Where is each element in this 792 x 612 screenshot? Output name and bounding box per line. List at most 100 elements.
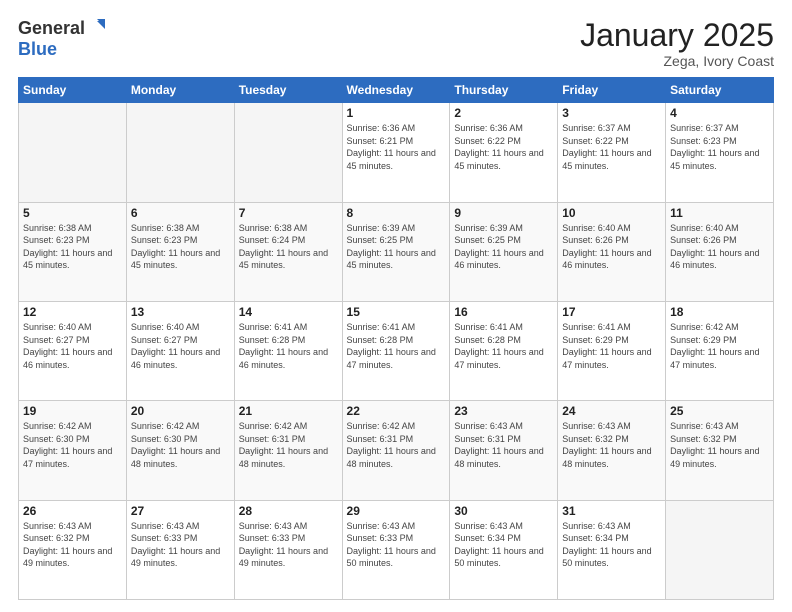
day-info: Sunrise: 6:41 AM Sunset: 6:28 PM Dayligh… [454,321,553,371]
day-number: 28 [239,504,338,518]
header-sunday: Sunday [19,78,127,103]
day-info: Sunrise: 6:37 AM Sunset: 6:23 PM Dayligh… [670,122,769,172]
table-row: 30Sunrise: 6:43 AM Sunset: 6:34 PM Dayli… [450,500,558,599]
day-info: Sunrise: 6:42 AM Sunset: 6:31 PM Dayligh… [239,420,338,470]
table-row: 4 Sunrise: 6:37 AM Sunset: 6:23 PM Daylig… [666,103,774,202]
day-number: 14 [239,305,338,319]
table-row [19,103,127,202]
day-number: 12 [23,305,122,319]
table-row: 12 Sunrise: 6:40 AM Sunset: 6:27 PM Dayli… [19,301,127,400]
day-info: Sunrise: 6:40 AM Sunset: 6:26 PM Dayligh… [670,222,769,272]
table-row: 18 Sunrise: 6:42 AM Sunset: 6:29 PM Dayli… [666,301,774,400]
day-info: Sunrise: 6:41 AM Sunset: 6:29 PM Dayligh… [562,321,661,371]
day-number: 23 [454,404,553,418]
table-row: 9 Sunrise: 6:39 AM Sunset: 6:25 PM Daylig… [450,202,558,301]
day-number: 4 [670,106,769,120]
day-number: 8 [347,206,446,220]
day-info: Sunrise: 6:42 AM Sunset: 6:30 PM Dayligh… [131,420,230,470]
day-info: Sunrise: 6:42 AM Sunset: 6:31 PM Dayligh… [347,420,446,470]
day-info: Sunrise: 6:36 AM Sunset: 6:22 PM Dayligh… [454,122,553,172]
day-number: 18 [670,305,769,319]
day-number: 20 [131,404,230,418]
calendar-week-row: 12 Sunrise: 6:40 AM Sunset: 6:27 PM Dayli… [19,301,774,400]
table-row: 5 Sunrise: 6:38 AM Sunset: 6:23 PM Daylig… [19,202,127,301]
day-number: 15 [347,305,446,319]
table-row [666,500,774,599]
day-number: 31 [562,504,661,518]
table-row: 25 Sunrise: 6:43 AM Sunset: 6:32 PM Dayli… [666,401,774,500]
calendar-week-row: 5 Sunrise: 6:38 AM Sunset: 6:23 PM Daylig… [19,202,774,301]
day-info: Sunrise: 6:42 AM Sunset: 6:30 PM Dayligh… [23,420,122,470]
day-number: 16 [454,305,553,319]
day-number: 7 [239,206,338,220]
table-row: 29Sunrise: 6:43 AM Sunset: 6:33 PM Dayli… [342,500,450,599]
table-row: 20 Sunrise: 6:42 AM Sunset: 6:30 PM Dayli… [126,401,234,500]
table-row: 15 Sunrise: 6:41 AM Sunset: 6:28 PM Dayli… [342,301,450,400]
table-row [126,103,234,202]
table-row: 6Sunrise: 6:38 AM Sunset: 6:23 PM Daylig… [126,202,234,301]
table-row: 21 Sunrise: 6:42 AM Sunset: 6:31 PM Dayli… [234,401,342,500]
day-number: 26 [23,504,122,518]
day-info: Sunrise: 6:43 AM Sunset: 6:32 PM Dayligh… [562,420,661,470]
table-row: 3 Sunrise: 6:37 AM Sunset: 6:22 PM Daylig… [558,103,666,202]
day-info: Sunrise: 6:39 AM Sunset: 6:25 PM Dayligh… [347,222,446,272]
table-row: 14Sunrise: 6:41 AM Sunset: 6:28 PM Dayli… [234,301,342,400]
day-number: 9 [454,206,553,220]
calendar-week-row: 19 Sunrise: 6:42 AM Sunset: 6:30 PM Dayli… [19,401,774,500]
month-title: January 2025 [580,18,774,53]
day-info: Sunrise: 6:40 AM Sunset: 6:27 PM Dayligh… [131,321,230,371]
table-row: 31Sunrise: 6:43 AM Sunset: 6:34 PM Dayli… [558,500,666,599]
table-row: 8 Sunrise: 6:39 AM Sunset: 6:25 PM Daylig… [342,202,450,301]
day-number: 11 [670,206,769,220]
day-number: 24 [562,404,661,418]
day-info: Sunrise: 6:38 AM Sunset: 6:23 PM Dayligh… [23,222,122,272]
day-number: 1 [347,106,446,120]
table-row: 1 Sunrise: 6:36 AM Sunset: 6:21 PM Daylig… [342,103,450,202]
day-info: Sunrise: 6:40 AM Sunset: 6:26 PM Dayligh… [562,222,661,272]
day-info: Sunrise: 6:37 AM Sunset: 6:22 PM Dayligh… [562,122,661,172]
day-info: Sunrise: 6:43 AM Sunset: 6:32 PM Dayligh… [670,420,769,470]
location: Zega, Ivory Coast [580,53,774,69]
table-row: 7 Sunrise: 6:38 AM Sunset: 6:24 PM Daylig… [234,202,342,301]
day-number: 2 [454,106,553,120]
header-wednesday: Wednesday [342,78,450,103]
header-thursday: Thursday [450,78,558,103]
table-row: 11 Sunrise: 6:40 AM Sunset: 6:26 PM Dayli… [666,202,774,301]
day-number: 21 [239,404,338,418]
day-number: 25 [670,404,769,418]
day-info: Sunrise: 6:43 AM Sunset: 6:32 PM Dayligh… [23,520,122,570]
table-row: 13Sunrise: 6:40 AM Sunset: 6:27 PM Dayli… [126,301,234,400]
table-row [234,103,342,202]
day-info: Sunrise: 6:43 AM Sunset: 6:33 PM Dayligh… [239,520,338,570]
day-info: Sunrise: 6:40 AM Sunset: 6:27 PM Dayligh… [23,321,122,371]
day-info: Sunrise: 6:42 AM Sunset: 6:29 PM Dayligh… [670,321,769,371]
day-number: 3 [562,106,661,120]
table-row: 22Sunrise: 6:42 AM Sunset: 6:31 PM Dayli… [342,401,450,500]
day-number: 19 [23,404,122,418]
table-row: 24 Sunrise: 6:43 AM Sunset: 6:32 PM Dayli… [558,401,666,500]
table-row: 19 Sunrise: 6:42 AM Sunset: 6:30 PM Dayli… [19,401,127,500]
day-number: 6 [131,206,230,220]
day-info: Sunrise: 6:43 AM Sunset: 6:33 PM Dayligh… [131,520,230,570]
day-info: Sunrise: 6:36 AM Sunset: 6:21 PM Dayligh… [347,122,446,172]
header-saturday: Saturday [666,78,774,103]
header: General Blue January 2025 Zega, Ivory Co… [18,18,774,69]
logo: General Blue [18,18,107,59]
day-info: Sunrise: 6:43 AM Sunset: 6:33 PM Dayligh… [347,520,446,570]
day-info: Sunrise: 6:38 AM Sunset: 6:24 PM Dayligh… [239,222,338,272]
table-row: 16 Sunrise: 6:41 AM Sunset: 6:28 PM Dayli… [450,301,558,400]
table-row: 28 Sunrise: 6:43 AM Sunset: 6:33 PM Dayli… [234,500,342,599]
day-number: 5 [23,206,122,220]
calendar-week-row: 1 Sunrise: 6:36 AM Sunset: 6:21 PM Daylig… [19,103,774,202]
day-info: Sunrise: 6:41 AM Sunset: 6:28 PM Dayligh… [347,321,446,371]
table-row: 17Sunrise: 6:41 AM Sunset: 6:29 PM Dayli… [558,301,666,400]
weekday-header-row: Sunday Monday Tuesday Wednesday Thursday… [19,78,774,103]
day-info: Sunrise: 6:43 AM Sunset: 6:34 PM Dayligh… [454,520,553,570]
table-row: 23Sunrise: 6:43 AM Sunset: 6:31 PM Dayli… [450,401,558,500]
header-tuesday: Tuesday [234,78,342,103]
table-row: 26 Sunrise: 6:43 AM Sunset: 6:32 PM Dayli… [19,500,127,599]
day-info: Sunrise: 6:39 AM Sunset: 6:25 PM Dayligh… [454,222,553,272]
title-block: January 2025 Zega, Ivory Coast [580,18,774,69]
table-row: 2 Sunrise: 6:36 AM Sunset: 6:22 PM Daylig… [450,103,558,202]
header-monday: Monday [126,78,234,103]
